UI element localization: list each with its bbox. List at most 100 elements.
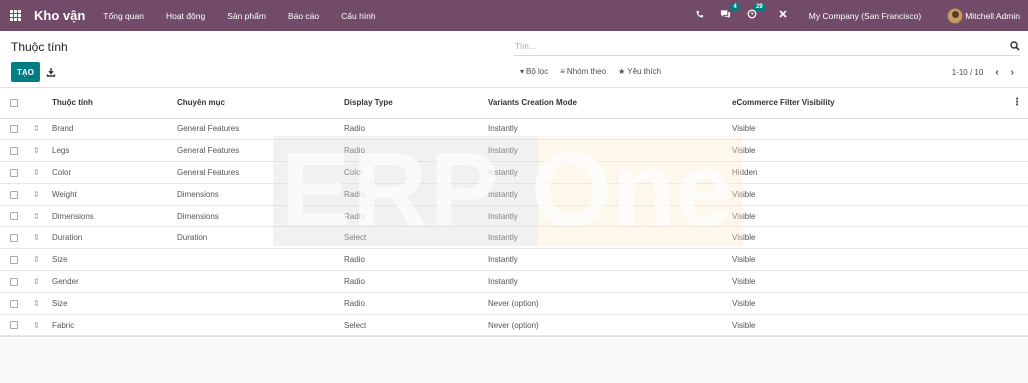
cell-variants-mode: Instantly	[488, 226, 732, 250]
cell-category	[177, 314, 344, 337]
pager-next-icon[interactable]: ›	[1011, 67, 1014, 78]
menu-item-reports[interactable]: Báo cáo	[288, 11, 319, 21]
cell-display-type: Radio	[344, 292, 488, 315]
table-row[interactable]: ⇕ Legs General Features Radio Instantly Visib…	[0, 139, 1028, 163]
cell-display-type: Radio	[344, 183, 488, 206]
cell-category	[177, 270, 344, 293]
drag-handle-icon[interactable]: ⇕	[33, 118, 43, 141]
apps-menu-icon[interactable]	[10, 9, 22, 22]
drag-handle-icon[interactable]: ⇕	[33, 226, 43, 250]
messages-badge: 4	[730, 3, 740, 11]
table-row[interactable]: ⇕ Size Radio Never (option) Visible	[0, 292, 1028, 315]
cell-category	[177, 292, 344, 315]
column-header-display-type[interactable]: Display Type	[344, 88, 488, 119]
table-row[interactable]: ⇕ Brand General Features Radio Instantly Visi…	[0, 118, 1028, 141]
close-debug-icon[interactable]	[779, 10, 787, 21]
row-checkbox[interactable]	[10, 321, 18, 330]
filters-dropdown[interactable]: ▾ Bộ lọc	[520, 67, 548, 76]
cell-variants-mode: Instantly	[488, 161, 732, 184]
cell-attribute: Gender	[43, 270, 177, 293]
row-checkbox[interactable]	[10, 299, 18, 308]
row-checkbox[interactable]	[10, 147, 18, 156]
table-row[interactable]: ⇕ Dimensions Dimensions Radio Instantly Visib…	[0, 205, 1028, 228]
cell-attribute: Fabric	[43, 314, 177, 337]
drag-handle-icon[interactable]: ⇕	[33, 314, 43, 337]
cell-ecommerce-visibility: Visible	[732, 248, 1008, 272]
cell-attribute: Legs	[43, 139, 177, 163]
drag-handle-icon[interactable]: ⇕	[33, 292, 43, 315]
download-icon[interactable]	[46, 67, 56, 77]
table-row[interactable]: ⇕ Color General Features Color Instantly Hidd…	[0, 161, 1028, 184]
user-menu[interactable]: Mitchell Admin	[965, 11, 1020, 21]
cell-attribute: Weight	[43, 183, 177, 206]
pager-value[interactable]: 1-10 / 10	[952, 68, 984, 77]
row-checkbox[interactable]	[10, 190, 18, 199]
filters-label: Bộ lọc	[526, 67, 549, 76]
cell-attribute: Dimensions	[43, 205, 177, 228]
cell-variants-mode: Instantly	[488, 139, 732, 163]
row-checkbox[interactable]	[10, 234, 18, 243]
cell-ecommerce-visibility: Hidden	[732, 161, 1008, 184]
drag-handle-icon[interactable]: ⇕	[33, 161, 43, 184]
search-icon[interactable]	[1010, 41, 1020, 51]
menu-item-operations[interactable]: Hoạt động	[166, 11, 205, 21]
menu-item-configuration[interactable]: Cấu hình	[341, 11, 376, 21]
row-checkbox[interactable]	[10, 125, 18, 134]
select-all-checkbox[interactable]	[10, 99, 18, 108]
pager: 1-10 / 10 ‹ ›	[952, 67, 1014, 78]
drag-handle-icon[interactable]: ⇕	[33, 248, 43, 272]
table-row[interactable]: ⇕ Weight Dimensions Radio Instantly Visible	[0, 183, 1028, 206]
cell-variants-mode: Instantly	[488, 205, 732, 228]
messages-icon[interactable]: 4	[720, 3, 740, 22]
cell-ecommerce-visibility: Visible	[732, 226, 1008, 250]
drag-handle-icon[interactable]: ⇕	[33, 183, 43, 206]
drag-handle-icon[interactable]: ⇕	[33, 205, 43, 228]
row-checkbox[interactable]	[10, 168, 18, 177]
row-checkbox[interactable]	[10, 277, 18, 286]
cell-display-type: Radio	[344, 270, 488, 293]
cell-attribute: Color	[43, 161, 177, 184]
table-row[interactable]: ⇕ Duration Duration Select Instantly Visible	[0, 226, 1028, 250]
search-input[interactable]	[514, 38, 1020, 55]
drag-handle-icon[interactable]: ⇕	[33, 270, 43, 293]
page-title: Thuộc tính	[11, 40, 68, 54]
row-checkbox[interactable]	[10, 212, 18, 221]
row-checkbox[interactable]	[10, 256, 18, 265]
cell-category: Dimensions	[177, 183, 344, 206]
app-name[interactable]: Kho vận	[34, 8, 85, 23]
cell-ecommerce-visibility: Visible	[732, 270, 1008, 293]
activities-badge: 29	[753, 3, 766, 11]
cell-attribute: Duration	[43, 226, 177, 250]
table-row[interactable]: ⇕ Size Radio Instantly Visible	[0, 248, 1028, 272]
cell-attribute: Size	[43, 292, 177, 315]
column-header-attribute[interactable]: Thuộc tính	[43, 88, 177, 119]
drag-handle-icon[interactable]: ⇕	[33, 139, 43, 163]
cell-category	[177, 248, 344, 272]
cell-display-type: Radio	[344, 248, 488, 272]
column-header-ecommerce-visibility[interactable]: eCommerce Filter Visibility	[732, 88, 1008, 119]
cell-category: Dimensions	[177, 205, 344, 228]
cell-variants-mode: Instantly	[488, 183, 732, 206]
favorites-dropdown[interactable]: ★ Yêu thích	[618, 67, 661, 76]
menu-item-overview[interactable]: Tổng quan	[103, 11, 144, 21]
phone-icon[interactable]	[695, 10, 704, 22]
cell-ecommerce-visibility: Visible	[732, 292, 1008, 315]
table-row[interactable]: ⇕ Fabric Select Never (option) Visible	[0, 314, 1028, 337]
cell-variants-mode: Instantly	[488, 248, 732, 272]
column-header-category[interactable]: Chuyên mục	[177, 88, 344, 119]
cell-display-type: Select	[344, 314, 488, 337]
activity-clock-icon[interactable]: 29	[747, 3, 766, 22]
cell-category: General Features	[177, 118, 344, 141]
menu-item-products[interactable]: Sản phẩm	[227, 11, 266, 21]
attributes-table: Thuộc tính Chuyên mục Display Type Varia…	[0, 88, 1028, 337]
user-avatar[interactable]	[947, 7, 964, 24]
optional-columns-icon[interactable]: ⋮	[1008, 88, 1028, 119]
search-box	[514, 38, 1020, 56]
pager-previous-icon[interactable]: ‹	[995, 67, 998, 78]
column-header-variants-creation-mode[interactable]: Variants Creation Mode	[488, 88, 732, 119]
cell-variants-mode: Instantly	[488, 270, 732, 293]
company-switcher[interactable]: My Company (San Francisco)	[809, 11, 921, 21]
table-row[interactable]: ⇕ Gender Radio Instantly Visible	[0, 270, 1028, 293]
group-by-dropdown[interactable]: ≡ Nhóm theo	[560, 67, 606, 76]
create-button[interactable]: TẠO	[11, 62, 40, 82]
